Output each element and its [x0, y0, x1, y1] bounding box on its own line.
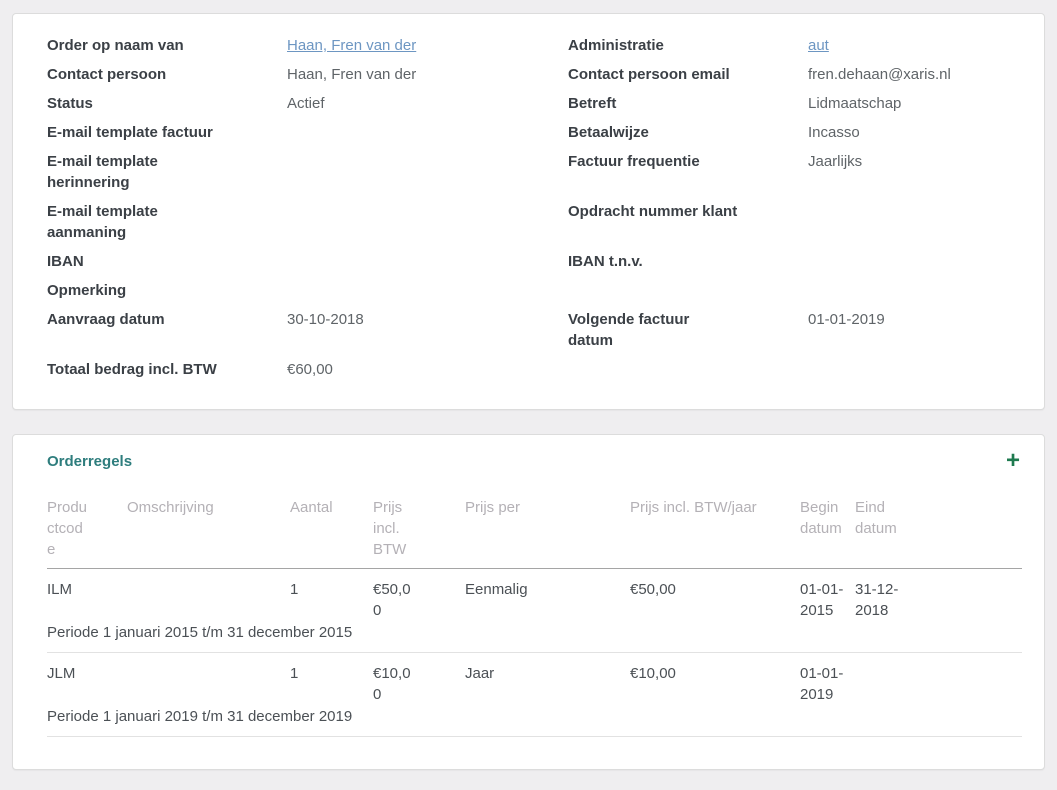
cell-eind-datum: [855, 653, 910, 706]
order-contact-link[interactable]: Haan, Fren van der: [287, 37, 416, 54]
col-header-aantal: Aantal: [290, 497, 373, 569]
field-value: Haan, Fren van der: [287, 35, 568, 56]
orderline-period-row: Periode 1 januari 2015 t/m 31 december 2…: [47, 621, 1022, 653]
detail-row: Order op naam van Haan, Fren van der Adm…: [47, 35, 1022, 56]
col-header-prijs-incl-btw-jaar: Prijs incl. BTW/jaar: [630, 497, 800, 569]
add-orderline-button[interactable]: +: [1004, 451, 1022, 471]
field-value: Lidmaatschap: [808, 93, 1022, 114]
orderlines-title: Orderregels: [47, 453, 132, 470]
field-value: Actief: [287, 93, 568, 114]
field-label: E-mail template aanmaning: [47, 201, 217, 243]
field-label: Opmerking: [47, 280, 217, 301]
field-label: E-mail template herinnering: [47, 151, 217, 193]
field-label: Order op naam van: [47, 35, 217, 56]
col-header-prijs-per: Prijs per: [465, 497, 630, 569]
cell-prijs-incl-btw: €50,00: [373, 569, 465, 622]
cell-begin-datum: 01-01-2015: [800, 569, 855, 622]
col-header-filler: [910, 497, 1022, 569]
detail-row: E-mail template herinnering Factuur freq…: [47, 151, 1022, 193]
detail-row: E-mail template factuur Betaalwijze Inca…: [47, 122, 1022, 143]
detail-row: Status Actief Betreft Lidmaatschap: [47, 93, 1022, 114]
detail-row: IBAN IBAN t.n.v.: [47, 251, 1022, 272]
field-label: Status: [47, 93, 217, 114]
cell-filler: [910, 569, 1022, 622]
field-label: Contact persoon email: [568, 64, 738, 85]
field-value: 01-01-2019: [808, 309, 1022, 330]
field-label: Totaal bedrag incl. BTW: [47, 359, 217, 380]
cell-prijs-incl-btw: €10,00: [373, 653, 465, 706]
detail-row: Opmerking: [47, 280, 1022, 301]
field-value: €60,00: [287, 359, 568, 380]
field-label: Betaalwijze: [568, 122, 738, 143]
field-label: Contact persoon: [47, 64, 217, 85]
field-label: Opdracht nummer klant: [568, 201, 738, 222]
field-label: E-mail template factuur: [47, 122, 217, 143]
field-label: IBAN t.n.v.: [568, 251, 738, 272]
detail-row: Aanvraag datum 30-10-2018 Volgende factu…: [47, 309, 1022, 351]
orderline-period-row: Periode 1 januari 2019 t/m 31 december 2…: [47, 705, 1022, 737]
field-label: Administratie: [568, 35, 738, 56]
detail-row: E-mail template aanmaning Opdracht numme…: [47, 201, 1022, 243]
cell-begin-datum: 01-01-2019: [800, 653, 855, 706]
cell-prijs-incl-btw-jaar: €50,00: [630, 569, 800, 622]
cell-aantal: 1: [290, 653, 373, 706]
cell-productcode: ILM: [47, 569, 127, 622]
detail-row: Totaal bedrag incl. BTW €60,00: [47, 359, 1022, 380]
field-label: Volgende factuur datum: [568, 309, 738, 351]
field-label: Factuur frequentie: [568, 151, 738, 172]
orderlines-table: Productcode Omschrijving Aantal Prijs in…: [47, 497, 1022, 737]
col-header-productcode: Productcode: [47, 497, 127, 569]
table-header-row: Productcode Omschrijving Aantal Prijs in…: [47, 497, 1022, 569]
order-details-panel: Order op naam van Haan, Fren van der Adm…: [12, 13, 1045, 410]
cell-prijs-per: Jaar: [465, 653, 630, 706]
cell-omschrijving: [127, 569, 290, 622]
cell-filler: [910, 653, 1022, 706]
col-header-eind-datum: Eind datum: [855, 497, 910, 569]
cell-omschrijving: [127, 653, 290, 706]
field-label: Betreft: [568, 93, 738, 114]
col-header-omschrijving: Omschrijving: [127, 497, 290, 569]
orderline-period: Periode 1 januari 2019 t/m 31 december 2…: [47, 705, 1022, 737]
field-value: aut: [808, 35, 1022, 56]
cell-productcode: JLM: [47, 653, 127, 706]
orderline-row: JLM 1 €10,00 Jaar €10,00 01-01-2019: [47, 653, 1022, 706]
field-value: Jaarlijks: [808, 151, 1022, 172]
orderline-period: Periode 1 januari 2015 t/m 31 december 2…: [47, 621, 1022, 653]
orderlines-header: Orderregels +: [47, 451, 1022, 471]
field-label: IBAN: [47, 251, 217, 272]
field-value: 30-10-2018: [287, 309, 568, 330]
field-value: Haan, Fren van der: [287, 64, 568, 85]
col-header-begin-datum: Begin datum: [800, 497, 855, 569]
orderline-row: ILM 1 €50,00 Eenmalig €50,00 01-01-2015 …: [47, 569, 1022, 622]
cell-prijs-incl-btw-jaar: €10,00: [630, 653, 800, 706]
orderlines-panel: Orderregels + Productcode Omschrijving A…: [12, 434, 1045, 770]
field-value: fren.dehaan@xaris.nl: [808, 64, 1022, 85]
cell-eind-datum: 31-12-2018: [855, 569, 910, 622]
field-label: Aanvraag datum: [47, 309, 217, 330]
field-value: Incasso: [808, 122, 1022, 143]
administration-link[interactable]: aut: [808, 37, 829, 54]
cell-aantal: 1: [290, 569, 373, 622]
col-header-prijs-incl-btw: Prijs incl. BTW: [373, 497, 465, 569]
cell-prijs-per: Eenmalig: [465, 569, 630, 622]
detail-row: Contact persoon Haan, Fren van der Conta…: [47, 64, 1022, 85]
